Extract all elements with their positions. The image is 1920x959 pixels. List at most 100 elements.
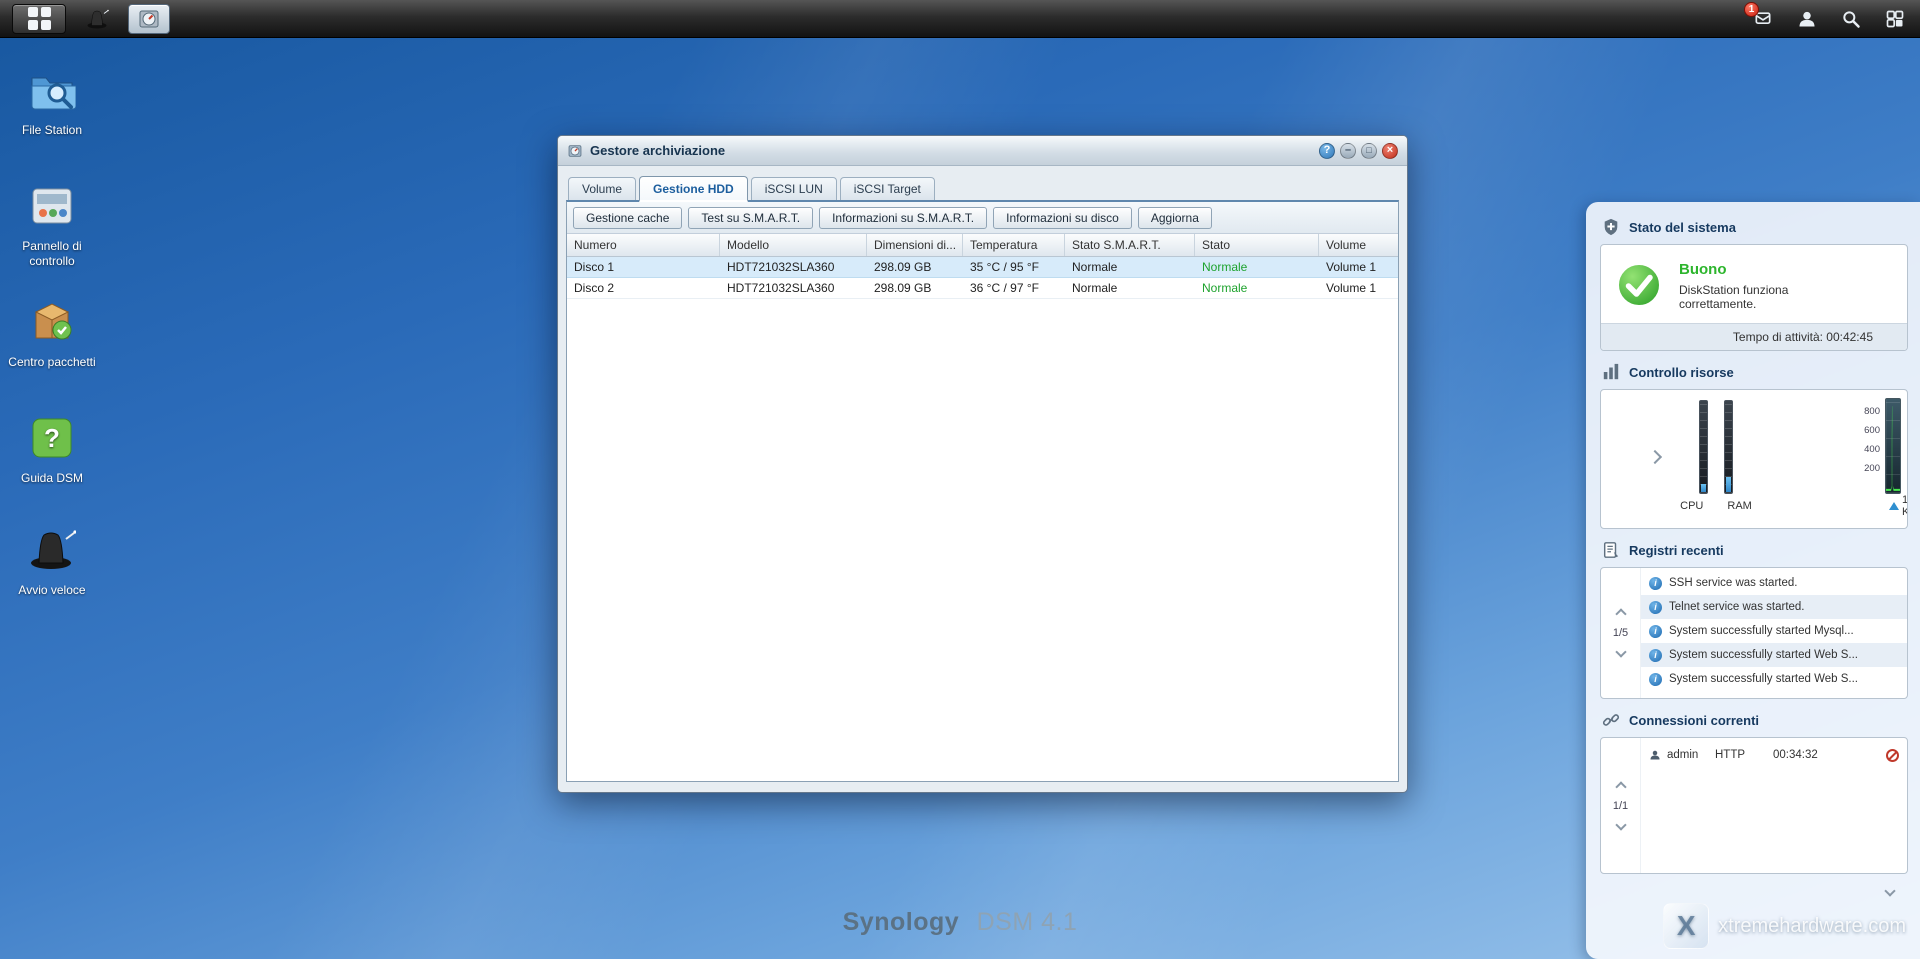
- desktop-icon-label: Guida DSM: [6, 471, 98, 485]
- cell-numero: Disco 1: [567, 260, 720, 274]
- log-text: System successfully started Web S...: [1669, 673, 1858, 685]
- cell-modello: HDT721032SLA360: [720, 281, 867, 295]
- column-header[interactable]: Numero: [567, 234, 720, 256]
- logs-page-down-button[interactable]: [1615, 646, 1626, 657]
- cell-temperatura: 35 °C / 95 °F: [963, 260, 1065, 274]
- column-header[interactable]: Stato: [1195, 234, 1319, 256]
- link-icon: [1602, 711, 1620, 729]
- log-item[interactable]: SSH service was started.: [1641, 571, 1907, 595]
- window-minimize-button[interactable]: [1340, 143, 1356, 159]
- window-close-button[interactable]: [1382, 143, 1398, 159]
- hdd-management-pane: Gestione cache Test su S.M.A.R.T. Inform…: [566, 200, 1399, 782]
- resource-monitor-widget: 800 600 400 200 CPU RAM 1 KB/s: [1600, 389, 1908, 529]
- cell-stato: Normale: [1195, 260, 1319, 274]
- log-text: System successfully started Mysql...: [1669, 625, 1854, 637]
- window-maximize-button[interactable]: [1361, 143, 1377, 159]
- log-item[interactable]: System successfully started Mysql...: [1641, 619, 1907, 643]
- window-titlebar[interactable]: Gestore archiviazione: [558, 136, 1407, 166]
- desktop-icon-label: Centro pacchetti: [6, 355, 98, 369]
- upload-icon: [1889, 502, 1899, 510]
- info-icon: [1649, 673, 1662, 686]
- system-tray: 1: [1750, 6, 1908, 32]
- quick-start-icon: [28, 526, 76, 574]
- column-header[interactable]: Modello: [720, 234, 867, 256]
- taskbar-app-quick-start[interactable]: [76, 4, 118, 34]
- log-item[interactable]: System successfully started Web S...: [1641, 667, 1907, 691]
- refresh-button[interactable]: Aggiorna: [1138, 207, 1212, 229]
- column-header[interactable]: Stato S.M.A.R.T.: [1065, 234, 1195, 256]
- widget-title: Controllo risorse: [1629, 365, 1734, 380]
- desktop-watermark: Synology DSM 4.1: [843, 908, 1078, 937]
- smart-test-button[interactable]: Test su S.M.A.R.T.: [688, 207, 813, 229]
- table-row-disk2[interactable]: Disco 2 HDT721032SLA360 298.09 GB 36 °C …: [567, 278, 1398, 299]
- desktop-icon-dsm-help[interactable]: ? Guida DSM: [6, 414, 98, 486]
- disk-info-button[interactable]: Informazioni su disco: [993, 207, 1132, 229]
- tab-bar: Volume Gestione HDD iSCSI LUN iSCSI Targ…: [566, 174, 1399, 200]
- tab-iscsi-target[interactable]: iSCSI Target: [840, 177, 935, 200]
- cell-dimensioni: 298.09 GB: [867, 260, 963, 274]
- desktop-icon-quick-start[interactable]: Avvio veloce: [6, 526, 98, 598]
- resource-monitor-expand-button[interactable]: [1650, 449, 1660, 467]
- log-text: SSH service was started.: [1669, 577, 1797, 589]
- logs-page-up-button[interactable]: [1615, 608, 1626, 619]
- panel-collapse-button[interactable]: [1884, 885, 1895, 896]
- window-title-icon: [567, 143, 583, 159]
- connections-page-up-button[interactable]: [1615, 781, 1626, 792]
- dsm-help-icon: ?: [28, 414, 76, 462]
- widget-panel: Stato del sistema Buono DiskStation funz…: [1586, 202, 1920, 959]
- column-header[interactable]: Volume: [1319, 234, 1398, 256]
- smart-info-button[interactable]: Informazioni su S.M.A.R.T.: [819, 207, 987, 229]
- hdd-toolbar: Gestione cache Test su S.M.A.R.T. Inform…: [567, 202, 1398, 234]
- user-icon: [1797, 9, 1817, 29]
- connections-widget: 1/1 admin HTTP 00:34:32: [1600, 737, 1908, 874]
- notifications-button[interactable]: 1: [1750, 6, 1776, 32]
- log-icon: [1602, 541, 1620, 559]
- desktop-icon-file-station[interactable]: File Station: [6, 66, 98, 138]
- disconnect-icon[interactable]: [1886, 749, 1899, 762]
- main-menu-button[interactable]: [12, 4, 66, 34]
- connections-pager: 1/1: [1601, 738, 1641, 873]
- search-button[interactable]: [1838, 6, 1864, 32]
- column-header[interactable]: Dimensioni di...: [867, 234, 963, 256]
- window-help-button[interactable]: [1319, 143, 1335, 159]
- tab-iscsi-lun[interactable]: iSCSI LUN: [751, 177, 837, 200]
- user-menu-button[interactable]: [1794, 6, 1820, 32]
- tab-gestione-hdd[interactable]: Gestione HDD: [639, 176, 748, 202]
- desktop-icon-package-center[interactable]: Centro pacchetti: [6, 298, 98, 370]
- storage-manager-icon: [137, 7, 161, 31]
- connections-page-down-button[interactable]: [1615, 819, 1626, 830]
- desktop-icon-label: Avvio veloce: [6, 583, 98, 597]
- log-item[interactable]: System successfully started Web S...: [1641, 643, 1907, 667]
- info-icon: [1649, 625, 1662, 638]
- logs-pager: 1/5: [1601, 568, 1641, 698]
- tab-volume[interactable]: Volume: [568, 177, 636, 200]
- ram-gauge: [1724, 400, 1733, 494]
- desktop-icon-control-panel[interactable]: Pannello di controllo: [6, 182, 98, 268]
- shield-icon: [1602, 218, 1620, 236]
- resource-monitor-header: Controllo risorse: [1602, 363, 1906, 381]
- status-description: DiskStation funziona correttamente.: [1679, 283, 1839, 311]
- pilot-view-button[interactable]: [1882, 6, 1908, 32]
- connection-protocol: HTTP: [1715, 749, 1767, 761]
- taskbar-app-storage-manager[interactable]: [128, 4, 170, 34]
- cell-stato: Normale: [1195, 281, 1319, 295]
- connection-item[interactable]: admin HTTP 00:34:32: [1641, 741, 1907, 767]
- file-station-icon: [28, 66, 76, 114]
- control-panel-icon: [28, 182, 76, 230]
- connections-header: Connessioni correnti: [1602, 711, 1906, 729]
- table-row-disk1[interactable]: Disco 1 HDT721032SLA360 298.09 GB 35 °C …: [567, 257, 1398, 278]
- user-icon: [1649, 749, 1661, 761]
- cell-smart: Normale: [1065, 281, 1195, 295]
- column-header[interactable]: Temperatura: [963, 234, 1065, 256]
- info-icon: [1649, 601, 1662, 614]
- svg-text:?: ?: [44, 423, 60, 453]
- main-menu-icon: [28, 7, 51, 30]
- log-item[interactable]: Telnet service was started.: [1641, 595, 1907, 619]
- xtremehardware-logo: [1663, 903, 1709, 949]
- cache-management-button[interactable]: Gestione cache: [573, 207, 682, 229]
- upload-rate: 1 KB/s: [1902, 494, 1908, 518]
- widget-title: Connessioni correnti: [1629, 713, 1759, 728]
- site-watermark-text: xtremehardware.com: [1718, 915, 1906, 938]
- widget-title: Registri recenti: [1629, 543, 1724, 558]
- recent-logs-widget: 1/5 SSH service was started. Telnet serv…: [1600, 567, 1908, 699]
